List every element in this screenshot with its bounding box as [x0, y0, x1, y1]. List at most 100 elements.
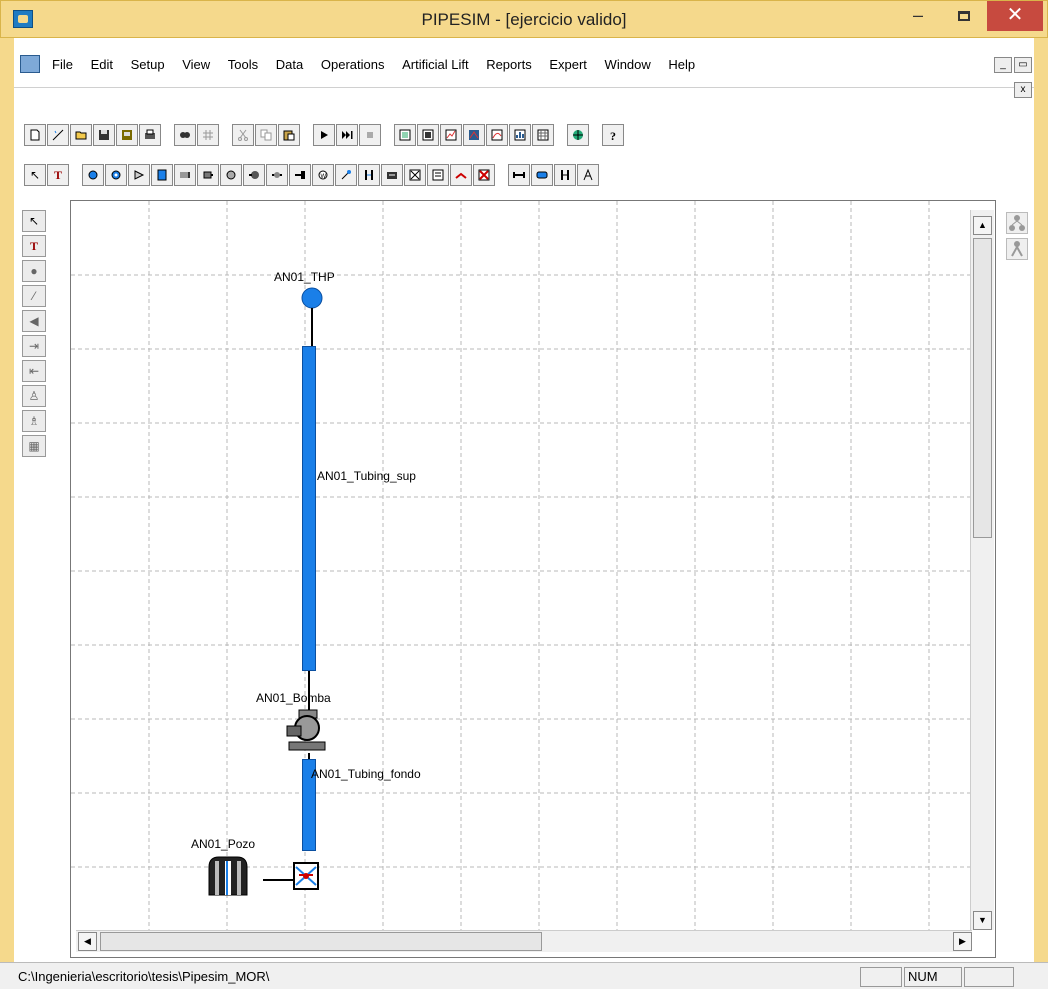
pump-icon[interactable]: [283, 706, 331, 754]
menu-window[interactable]: Window: [605, 57, 651, 72]
separator-icon[interactable]: [151, 164, 173, 186]
document-icon[interactable]: [20, 55, 40, 73]
svg-text:W: W: [321, 174, 327, 180]
menu-view[interactable]: View: [182, 57, 210, 72]
injection-tool[interactable]: ⇥: [22, 335, 46, 357]
network-icon[interactable]: [1006, 212, 1028, 234]
table-icon[interactable]: [532, 124, 554, 146]
menu-reports[interactable]: Reports: [486, 57, 532, 72]
heat-exchanger-icon[interactable]: [174, 164, 196, 186]
engine-keyword-icon[interactable]: [404, 164, 426, 186]
text-annotation-tool[interactable]: T: [22, 235, 46, 257]
chart-icon[interactable]: [509, 124, 531, 146]
horizontal-scroll-thumb[interactable]: [100, 932, 542, 951]
tubing-sup-pipe[interactable]: [302, 346, 316, 671]
window-frame-left: [0, 38, 14, 962]
report-icon[interactable]: [394, 124, 416, 146]
run-icon[interactable]: [313, 124, 335, 146]
user-equipment-icon[interactable]: [427, 164, 449, 186]
menu-artificial-lift[interactable]: Artificial Lift: [402, 57, 468, 72]
tubing-icon[interactable]: [554, 164, 576, 186]
menu-expert[interactable]: Expert: [549, 57, 587, 72]
scroll-down-button[interactable]: ▼: [973, 911, 992, 930]
menu-data[interactable]: Data: [276, 57, 303, 72]
grid-icon[interactable]: [197, 124, 219, 146]
well-icon[interactable]: [207, 855, 267, 899]
globe-icon[interactable]: [567, 124, 589, 146]
status-path: C:\Ingenieria\escritorio\tesis\Pipesim_M…: [18, 969, 270, 984]
menu-setup[interactable]: Setup: [131, 57, 165, 72]
sink-icon[interactable]: [105, 164, 127, 186]
dll-icon[interactable]: [450, 164, 472, 186]
pipeline-icon[interactable]: [531, 164, 553, 186]
maximize-button[interactable]: [941, 1, 987, 31]
single-branch-icon[interactable]: [1006, 238, 1028, 260]
mdi-close-button[interactable]: x: [1014, 82, 1032, 98]
select-tool[interactable]: ↖: [24, 164, 46, 186]
connector-icon[interactable]: [508, 164, 530, 186]
new-file-icon[interactable]: [24, 124, 46, 146]
vertical-scroll-thumb[interactable]: [973, 238, 992, 538]
pipe-label-tubing-sup: AN01_Tubing_sup: [317, 469, 416, 483]
maximize-icon: [958, 11, 970, 21]
help-icon[interactable]: ?: [602, 124, 624, 146]
plot-icon[interactable]: [440, 124, 462, 146]
paste-icon[interactable]: [278, 124, 300, 146]
riser-icon[interactable]: [577, 164, 599, 186]
source-icon[interactable]: [82, 164, 104, 186]
wizard-icon[interactable]: [47, 124, 69, 146]
text-tool[interactable]: T: [47, 164, 69, 186]
horizontal-scrollbar[interactable]: ◀ ▶: [76, 930, 972, 952]
node-tool[interactable]: ●: [22, 260, 46, 282]
curve-plot-icon[interactable]: [486, 124, 508, 146]
run-next-icon[interactable]: [336, 124, 358, 146]
scroll-up-button[interactable]: ▲: [973, 216, 992, 235]
mdi-minimize-button[interactable]: _: [994, 57, 1012, 73]
save-icon[interactable]: [93, 124, 115, 146]
thp-node[interactable]: [297, 285, 327, 355]
well-tool[interactable]: ♙: [22, 385, 46, 407]
report-tool-icon[interactable]: [381, 164, 403, 186]
menu-help[interactable]: Help: [668, 57, 695, 72]
scroll-left-button[interactable]: ◀: [78, 932, 97, 951]
menu-edit[interactable]: Edit: [91, 57, 113, 72]
pump-icon[interactable]: [243, 164, 265, 186]
mdi-restore-button[interactable]: ▭: [1014, 57, 1032, 73]
copy-icon[interactable]: [255, 124, 277, 146]
injection-point-icon[interactable]: [289, 164, 311, 186]
cut-icon[interactable]: [232, 124, 254, 146]
summary-icon[interactable]: [417, 124, 439, 146]
meter-icon[interactable]: W: [312, 164, 334, 186]
menu-tools[interactable]: Tools: [228, 57, 258, 72]
menu-operations[interactable]: Operations: [321, 57, 385, 72]
status-cell-empty: [860, 967, 902, 987]
minimize-button[interactable]: –: [895, 1, 941, 31]
link-tool[interactable]: ⁄: [22, 285, 46, 307]
profile-plot-icon[interactable]: [463, 124, 485, 146]
choke-icon[interactable]: [128, 164, 150, 186]
scroll-right-button[interactable]: ▶: [953, 932, 972, 951]
left-tool-palette: ↖ T ● ⁄ ◀ ⇥ ⇤ ♙ ♗ ▦: [22, 210, 48, 460]
source-tool[interactable]: ◀: [22, 310, 46, 332]
pointer-tool[interactable]: ↖: [22, 210, 46, 232]
menu-file[interactable]: File: [52, 57, 73, 72]
close-button[interactable]: ✕: [987, 1, 1043, 31]
stop-icon[interactable]: [359, 124, 381, 146]
well-injector-tool[interactable]: ♗: [22, 410, 46, 432]
find-icon[interactable]: [174, 124, 196, 146]
tee-icon[interactable]: [358, 164, 380, 186]
print-icon[interactable]: [139, 124, 161, 146]
multiphase-pump-icon[interactable]: [266, 164, 288, 186]
window-title: PIPESIM - [ejercicio valido]: [421, 10, 627, 29]
compressor-icon[interactable]: [197, 164, 219, 186]
grid-tool[interactable]: ▦: [22, 435, 46, 457]
completion-icon[interactable]: [473, 164, 495, 186]
completion-node[interactable]: [293, 861, 321, 893]
open-folder-icon[interactable]: [70, 124, 92, 146]
model-canvas[interactable]: AN01_THP AN01_Tubing_sup AN01_Bomba AN01…: [70, 200, 996, 958]
vertical-scrollbar[interactable]: ▲ ▼: [970, 210, 994, 930]
adder-icon[interactable]: [335, 164, 357, 186]
expander-icon[interactable]: [220, 164, 242, 186]
save-all-icon[interactable]: [116, 124, 138, 146]
production-tool[interactable]: ⇤: [22, 360, 46, 382]
